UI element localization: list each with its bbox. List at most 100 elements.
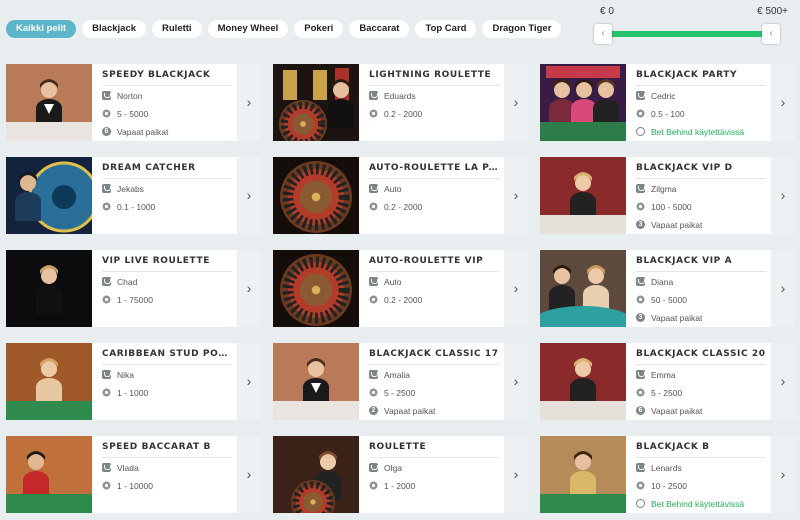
- game-thumbnail[interactable]: [273, 343, 359, 420]
- limits-row: 0.1 - 1000: [102, 198, 232, 215]
- stake-range-track[interactable]: [602, 31, 772, 37]
- game-thumbnail[interactable]: [6, 250, 92, 327]
- game-card[interactable]: AUTO-ROULETTE LA PARTAGE Auto 0.2 - 2000…: [273, 157, 528, 234]
- game-thumbnail[interactable]: [540, 157, 626, 234]
- seat-count-icon: 3: [636, 313, 645, 322]
- filter-chip[interactable]: Kaikki pelit: [6, 20, 77, 38]
- chip-icon: [636, 388, 645, 397]
- chevron-right-icon[interactable]: ›: [771, 343, 795, 420]
- game-card[interactable]: AUTO-ROULETTE VIP Auto 0.2 - 2000 ›: [273, 250, 528, 327]
- game-card[interactable]: BLACKJACK VIP A Diana 50 - 5000 3 Vapaat…: [540, 250, 795, 327]
- filter-chip[interactable]: Top Card: [415, 20, 477, 38]
- game-thumbnail[interactable]: [6, 157, 92, 234]
- game-info: BLACKJACK VIP A Diana 50 - 5000 3 Vapaat…: [636, 256, 766, 326]
- game-thumbnail[interactable]: [6, 64, 92, 141]
- game-title[interactable]: BLACKJACK B: [636, 442, 766, 458]
- game-card[interactable]: SPEEDY BLACKJACK Norton 5 - 5000 6 Vapaa…: [6, 64, 261, 141]
- chevron-right-icon[interactable]: ›: [771, 64, 795, 141]
- filter-chip[interactable]: Blackjack: [82, 20, 147, 38]
- game-title[interactable]: BLACKJACK CLASSIC 20: [636, 349, 766, 365]
- chevron-right-icon[interactable]: ›: [504, 250, 528, 327]
- chevron-right-icon[interactable]: ›: [237, 64, 261, 141]
- game-title[interactable]: CARIBBEAN STUD POKER: [102, 349, 232, 365]
- game-thumbnail[interactable]: [540, 343, 626, 420]
- chevron-right-icon[interactable]: ›: [504, 64, 528, 141]
- chevron-right-icon[interactable]: ›: [771, 436, 795, 513]
- stake-min-handle[interactable]: ‹: [594, 24, 612, 44]
- game-thumbnail[interactable]: [273, 436, 359, 513]
- game-thumbnail[interactable]: [273, 250, 359, 327]
- game-card[interactable]: BLACKJACK VIP D Zilgma 100 - 5000 3 Vapa…: [540, 157, 795, 234]
- game-card[interactable]: ROULETTE Olga 1 - 2000 ›: [273, 436, 528, 513]
- chevron-right-icon[interactable]: ›: [237, 250, 261, 327]
- limits-row: 5 - 2500: [369, 384, 499, 401]
- dealer-icon: [102, 370, 111, 379]
- dealer-name: Auto: [384, 276, 402, 287]
- chip-icon: [369, 109, 378, 118]
- game-thumbnail[interactable]: [540, 250, 626, 327]
- dealer-row: Cedric: [636, 87, 766, 104]
- chevron-right-icon[interactable]: ›: [771, 250, 795, 327]
- game-title[interactable]: AUTO-ROULETTE VIP: [369, 256, 499, 272]
- game-thumbnail[interactable]: [6, 343, 92, 420]
- game-title[interactable]: VIP LIVE ROULETTE: [102, 256, 232, 272]
- dealer-row: Zilgma: [636, 180, 766, 197]
- dealer-name: Lenards: [651, 462, 682, 473]
- bet-limits: 1 - 75000: [117, 294, 153, 305]
- filter-chip[interactable]: Baccarat: [349, 20, 410, 38]
- game-thumbnail[interactable]: [540, 64, 626, 141]
- game-card[interactable]: CARIBBEAN STUD POKER Nika 1 - 1000 ›: [6, 343, 261, 420]
- game-thumbnail[interactable]: [6, 436, 92, 513]
- chevron-right-icon[interactable]: ›: [504, 343, 528, 420]
- bet-limits: 0.2 - 2000: [384, 108, 423, 119]
- dealer-name: Diana: [651, 276, 674, 287]
- game-info: AUTO-ROULETTE LA PARTAGE Auto 0.2 - 2000: [369, 163, 499, 215]
- chevron-right-icon[interactable]: ›: [771, 157, 795, 234]
- dealer-row: Lenards: [636, 459, 766, 476]
- filter-chip[interactable]: Money Wheel: [207, 20, 289, 38]
- seat-count-icon: 6: [102, 127, 111, 136]
- game-title[interactable]: BLACKJACK CLASSIC 17: [369, 349, 499, 365]
- game-title[interactable]: ROULETTE: [369, 442, 499, 458]
- filter-chip[interactable]: Pokeri: [294, 20, 344, 38]
- game-card[interactable]: BLACKJACK CLASSIC 17 Amalia 5 - 2500 2 V…: [273, 343, 528, 420]
- game-card[interactable]: DREAM CATCHER Jekabs 0.1 - 1000 ›: [6, 157, 261, 234]
- game-title[interactable]: AUTO-ROULETTE LA PARTAGE: [369, 163, 499, 179]
- game-title[interactable]: LIGHTNING ROULETTE: [369, 70, 499, 86]
- bet-limits: 0.1 - 1000: [117, 201, 156, 212]
- game-thumbnail[interactable]: [273, 64, 359, 141]
- game-card[interactable]: BLACKJACK B Lenards 10 - 2500 Bet Behind…: [540, 436, 795, 513]
- limits-row: 1 - 2000: [369, 477, 499, 494]
- status-text: Vapaat paikat: [651, 219, 703, 230]
- dealer-icon: [369, 91, 378, 100]
- dealer-row: Auto: [369, 273, 499, 290]
- game-title[interactable]: BLACKJACK VIP A: [636, 256, 766, 272]
- stake-max-handle[interactable]: ‹: [762, 24, 780, 44]
- chevron-right-icon[interactable]: ›: [504, 157, 528, 234]
- game-card[interactable]: BLACKJACK PARTY Cedric 0.5 - 100 Bet Beh…: [540, 64, 795, 141]
- game-title[interactable]: DREAM CATCHER: [102, 163, 232, 179]
- game-thumbnail[interactable]: [540, 436, 626, 513]
- game-card[interactable]: BLACKJACK CLASSIC 20 Emma 5 - 2500 6 Vap…: [540, 343, 795, 420]
- game-info: DREAM CATCHER Jekabs 0.1 - 1000: [102, 163, 232, 215]
- game-thumbnail[interactable]: [273, 157, 359, 234]
- chevron-right-icon[interactable]: ›: [237, 436, 261, 513]
- bet-behind-icon: [636, 499, 645, 508]
- bet-limits: 0.5 - 100: [651, 108, 685, 119]
- filter-chip[interactable]: Ruletti: [152, 20, 202, 38]
- game-title[interactable]: BLACKJACK VIP D: [636, 163, 766, 179]
- filter-chip[interactable]: Dragon Tiger: [482, 20, 562, 38]
- chevron-right-icon[interactable]: ›: [237, 157, 261, 234]
- game-title[interactable]: BLACKJACK PARTY: [636, 70, 766, 86]
- dealer-row: Chad: [102, 273, 232, 290]
- game-card[interactable]: SPEED BACCARAT B Vlada 1 - 10000 ›: [6, 436, 261, 513]
- game-filter-bar: Kaikki pelit Blackjack Ruletti Money Wheel P…: [6, 20, 562, 40]
- chevron-right-icon[interactable]: ›: [504, 436, 528, 513]
- seats-row: 3 Vapaat paikat: [636, 309, 766, 326]
- game-title[interactable]: SPEEDY BLACKJACK: [102, 70, 232, 86]
- game-card[interactable]: VIP LIVE ROULETTE Chad 1 - 75000 ›: [6, 250, 261, 327]
- game-card[interactable]: LIGHTNING ROULETTE Eduards 0.2 - 2000 ›: [273, 64, 528, 141]
- game-title[interactable]: SPEED BACCARAT B: [102, 442, 232, 458]
- chevron-right-icon[interactable]: ›: [237, 343, 261, 420]
- chip-icon: [636, 295, 645, 304]
